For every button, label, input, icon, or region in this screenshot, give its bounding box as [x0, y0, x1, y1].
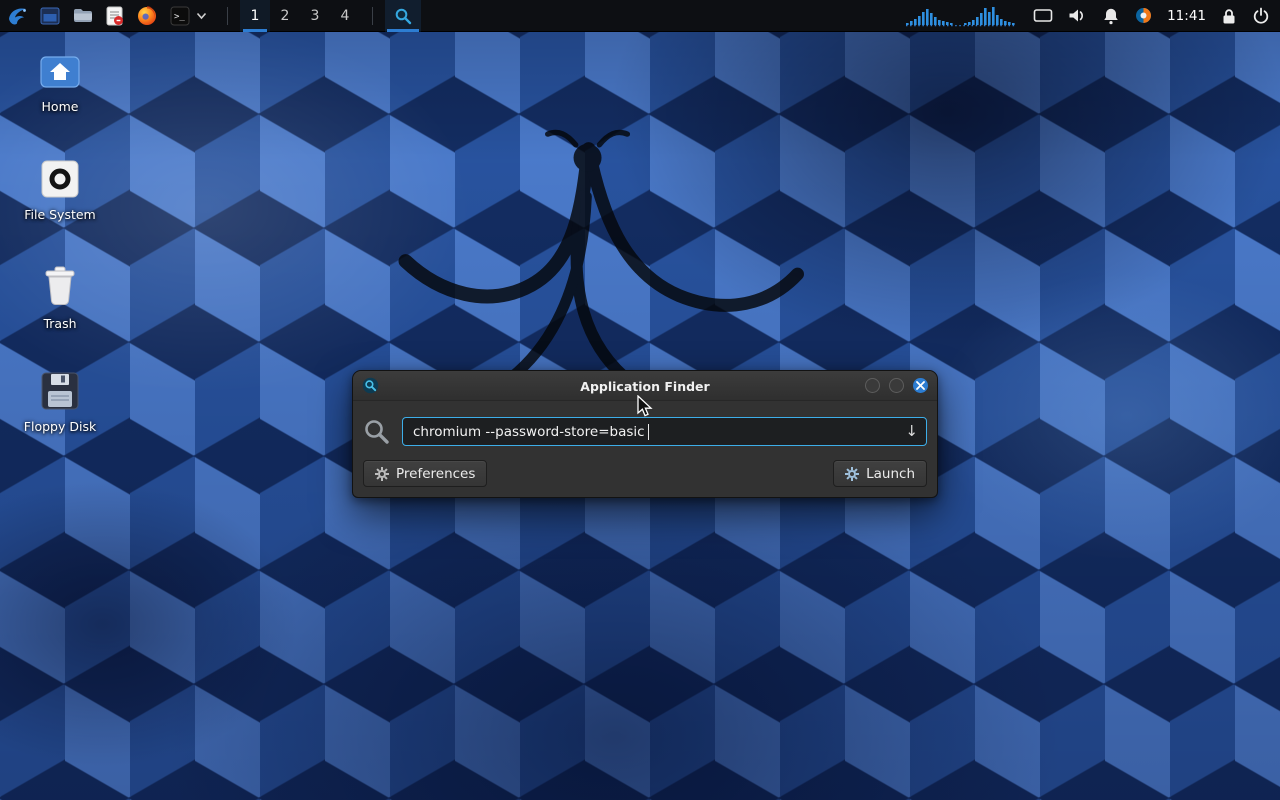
floppy-disk-icon: [41, 372, 79, 410]
window-icon: [40, 6, 60, 26]
preferences-button[interactable]: Preferences: [363, 460, 487, 487]
desktop-icon-label: File System: [24, 207, 96, 222]
notifications-bell-icon[interactable]: [1102, 0, 1120, 31]
workspace-button-3[interactable]: 3: [300, 0, 330, 32]
desktop-icon-label: Trash: [43, 316, 76, 331]
chevron-down-icon: [196, 12, 207, 20]
minimize-button[interactable]: [865, 378, 880, 393]
clock[interactable]: 11:41: [1167, 8, 1206, 24]
command-text: chromium --password-store=basic: [413, 424, 645, 440]
search-icon: [363, 418, 391, 446]
volume-icon[interactable]: [1068, 0, 1087, 31]
close-button[interactable]: [913, 378, 928, 393]
launch-icon: [845, 467, 859, 481]
dropdown-arrow-icon[interactable]: ↓: [905, 422, 918, 440]
command-input[interactable]: chromium --password-store=basic ↓: [402, 417, 927, 446]
kali-menu-button[interactable]: [6, 0, 30, 31]
launcher-text-editor[interactable]: [106, 0, 124, 31]
workspace-button-4[interactable]: 4: [330, 0, 360, 32]
launcher-terminal[interactable]: >_: [170, 0, 190, 31]
workspace-label: 3: [311, 8, 320, 24]
workspace-button-1[interactable]: 1: [240, 0, 270, 32]
home-icon: [40, 54, 80, 90]
maximize-button[interactable]: [889, 378, 904, 393]
desktop-icon-home[interactable]: Home: [16, 54, 104, 114]
panel-separator: [227, 7, 228, 25]
folder-icon: [73, 7, 93, 24]
magnifier-icon: [394, 7, 412, 25]
workspace-label: 2: [281, 8, 290, 24]
logout-power-icon[interactable]: [1252, 0, 1270, 31]
lock-icon[interactable]: [1221, 0, 1237, 31]
launch-label: Launch: [866, 466, 915, 482]
close-icon: [916, 381, 925, 390]
mouse-cursor: [636, 395, 654, 419]
terminal-icon: >_: [170, 6, 190, 26]
desktop-icon-file-system[interactable]: File System: [16, 160, 104, 222]
audio-visualizer: [906, 5, 1018, 27]
document-icon: [106, 6, 124, 26]
launcher-firefox[interactable]: [137, 0, 157, 31]
launch-button[interactable]: Launch: [833, 460, 927, 487]
desktop-wallpaper: Home File System Trash Floppy Disk: [0, 0, 1280, 800]
application-finder-window: Application Finder chromi: [352, 370, 938, 498]
file-system-icon: [41, 160, 79, 198]
taskbar-appfinder-button[interactable]: [385, 0, 421, 32]
desktop-icon-label: Home: [42, 99, 79, 114]
desktop-icon-floppy-disk[interactable]: Floppy Disk: [16, 372, 104, 434]
top-panel: >_ 1 2 3 4: [0, 0, 1280, 32]
firefox-icon: [137, 6, 157, 26]
trash-icon: [42, 266, 78, 307]
launcher-file-manager[interactable]: [73, 0, 93, 31]
status-circle-icon[interactable]: [1135, 0, 1152, 31]
workspace-button-2[interactable]: 2: [270, 0, 300, 32]
workspace-label: 4: [341, 8, 350, 24]
kali-logo-icon: [6, 4, 30, 28]
display-icon[interactable]: [1033, 0, 1053, 31]
workspace-label: 1: [251, 8, 260, 24]
text-caret: [648, 424, 650, 440]
panel-separator: [372, 7, 373, 25]
launcher-dropdown-button[interactable]: [196, 0, 207, 31]
gear-icon: [375, 467, 389, 481]
desktop-icon-trash[interactable]: Trash: [16, 266, 104, 331]
desktop-icon-label: Floppy Disk: [24, 419, 96, 434]
svg-text:>_: >_: [174, 12, 185, 22]
preferences-label: Preferences: [396, 466, 475, 482]
launcher-window-manager[interactable]: [40, 0, 60, 31]
